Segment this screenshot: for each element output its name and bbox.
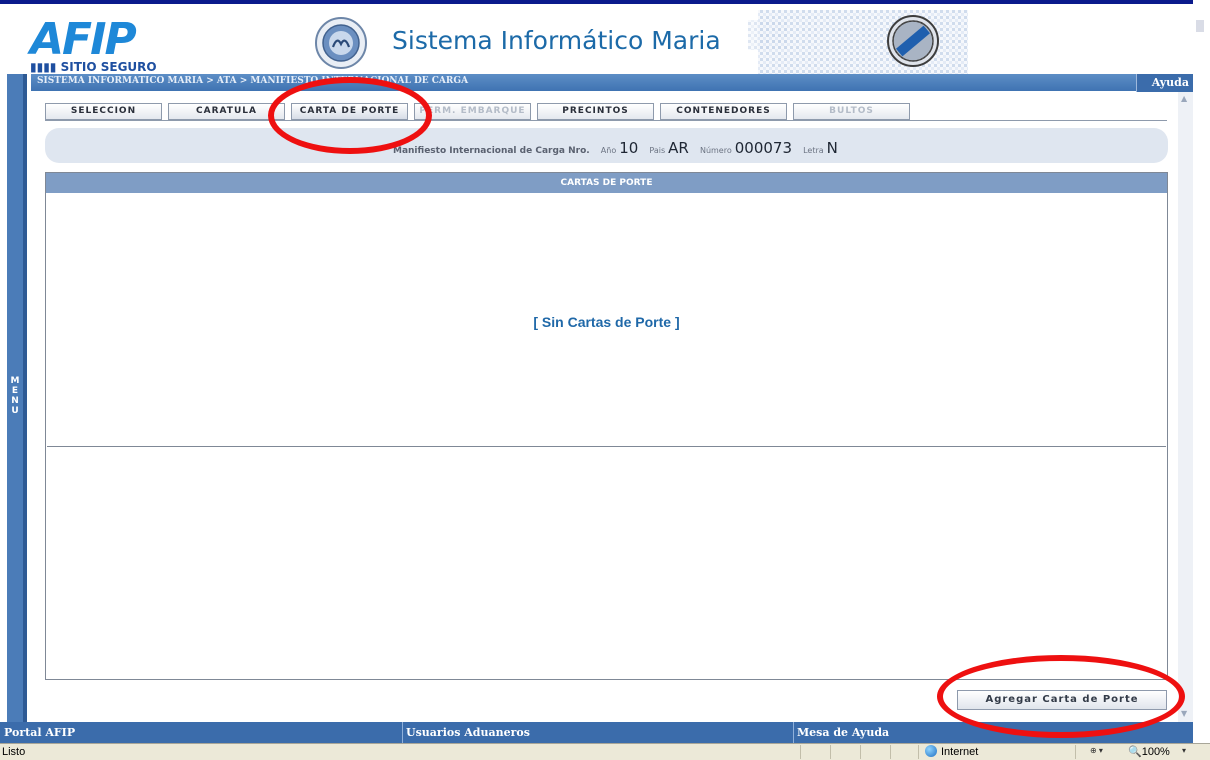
- empty-list-message: [ Sin Cartas de Porte ]: [533, 314, 680, 330]
- cartas-de-porte-panel: CARTAS DE PORTE [ Sin Cartas de Porte ]: [45, 172, 1168, 680]
- manifest-info: Manifiesto Internacional de Carga Nro. A…: [393, 138, 838, 157]
- letter-label: Letra: [803, 146, 824, 155]
- footer-link-mesa-de-ayuda[interactable]: Mesa de Ayuda: [797, 726, 889, 739]
- side-menu-toggle[interactable]: MENU: [7, 74, 27, 722]
- status-cell: [918, 745, 919, 759]
- agregar-carta-de-porte-button[interactable]: Agregar Carta de Porte: [957, 690, 1167, 710]
- tab-precintos[interactable]: PRECINTOS: [537, 103, 654, 120]
- browser-status-bar: Listo Internet ⊕ ▾ 🔍100% ▾: [0, 743, 1210, 760]
- scroll-down-icon[interactable]: ▼: [1181, 709, 1187, 718]
- maria-seal-icon: [315, 17, 367, 69]
- zoom-control[interactable]: 🔍100%: [1128, 745, 1170, 758]
- tab-perm-embarque: PERM. EMBARQUE: [414, 103, 531, 120]
- footer-link-portal-afip[interactable]: Portal AFIP: [4, 726, 75, 739]
- system-title: Sistema Informático Maria: [392, 26, 721, 55]
- tab-contenedores[interactable]: CONTENEDORES: [660, 103, 787, 120]
- manifest-label: Manifiesto Internacional de Carga Nro.: [393, 146, 590, 156]
- number-value: 000073: [734, 139, 792, 157]
- tab-seleccion[interactable]: SELECCION: [45, 103, 162, 120]
- status-text: Listo: [2, 746, 26, 758]
- site-header: AFIP ▮▮▮▮ SITIO SEGURO Sistema Informáti…: [0, 4, 1193, 74]
- afip-seal-icon: [887, 15, 939, 67]
- scroll-up-icon[interactable]: ▲: [1181, 94, 1187, 103]
- afip-logo[interactable]: AFIP ▮▮▮▮ SITIO SEGURO: [30, 14, 170, 75]
- side-menu-label: MENU: [10, 376, 20, 416]
- security-zone[interactable]: Internet: [925, 745, 978, 758]
- breadcrumb-bar: SISTEMA INFORMATICO MARIA > ATA > MANIFI…: [31, 74, 1193, 91]
- country-value: AR: [668, 139, 689, 157]
- status-cell: [800, 745, 801, 759]
- year-label: Año: [600, 146, 617, 155]
- browser-window: AFIP ▮▮▮▮ SITIO SEGURO Sistema Informáti…: [0, 0, 1210, 760]
- sitio-seguro-label: ▮▮▮▮ SITIO SEGURO: [30, 60, 157, 74]
- year-value: 10: [619, 139, 639, 157]
- content-scrollbar[interactable]: ▲ ▼: [1178, 92, 1193, 722]
- tab-bultos: BULTOS: [793, 103, 910, 120]
- tab-caratula[interactable]: CARATULA: [168, 103, 285, 120]
- footer-bar: Portal AFIP Usuarios Aduaneros Mesa de A…: [0, 722, 1193, 743]
- status-cell: [890, 745, 891, 759]
- globe-icon: [925, 745, 937, 757]
- help-button[interactable]: Ayuda: [1136, 74, 1193, 92]
- afip-logo-word: AFIP: [30, 14, 137, 65]
- status-cell: [1075, 745, 1076, 759]
- panel-title: CARTAS DE PORTE: [46, 173, 1167, 193]
- outer-scroll-area: [1193, 0, 1210, 722]
- tabs-divider: [45, 120, 1167, 121]
- zoom-level: 100%: [1141, 746, 1170, 758]
- zone-label: Internet: [941, 746, 979, 758]
- footer-link-usuarios-aduaneros[interactable]: Usuarios Aduaneros: [406, 726, 530, 739]
- protected-mode-icon[interactable]: ⊕ ▾: [1090, 746, 1103, 755]
- scroll-marker: [1196, 20, 1204, 32]
- footer-divider: [402, 722, 403, 743]
- letter-value: N: [826, 139, 838, 157]
- number-label: Número: [699, 146, 732, 155]
- status-cell: [860, 745, 861, 759]
- tab-carta-de-porte[interactable]: CARTA DE PORTE: [291, 103, 408, 120]
- status-cell: [830, 745, 831, 759]
- country-label: Pais: [649, 146, 666, 155]
- cartas-list: [ Sin Cartas de Porte ]: [47, 193, 1166, 447]
- zoom-dropdown-icon[interactable]: ▾: [1182, 746, 1186, 755]
- footer-divider: [793, 722, 794, 743]
- breadcrumb: SISTEMA INFORMATICO MARIA > ATA > MANIFI…: [37, 76, 469, 86]
